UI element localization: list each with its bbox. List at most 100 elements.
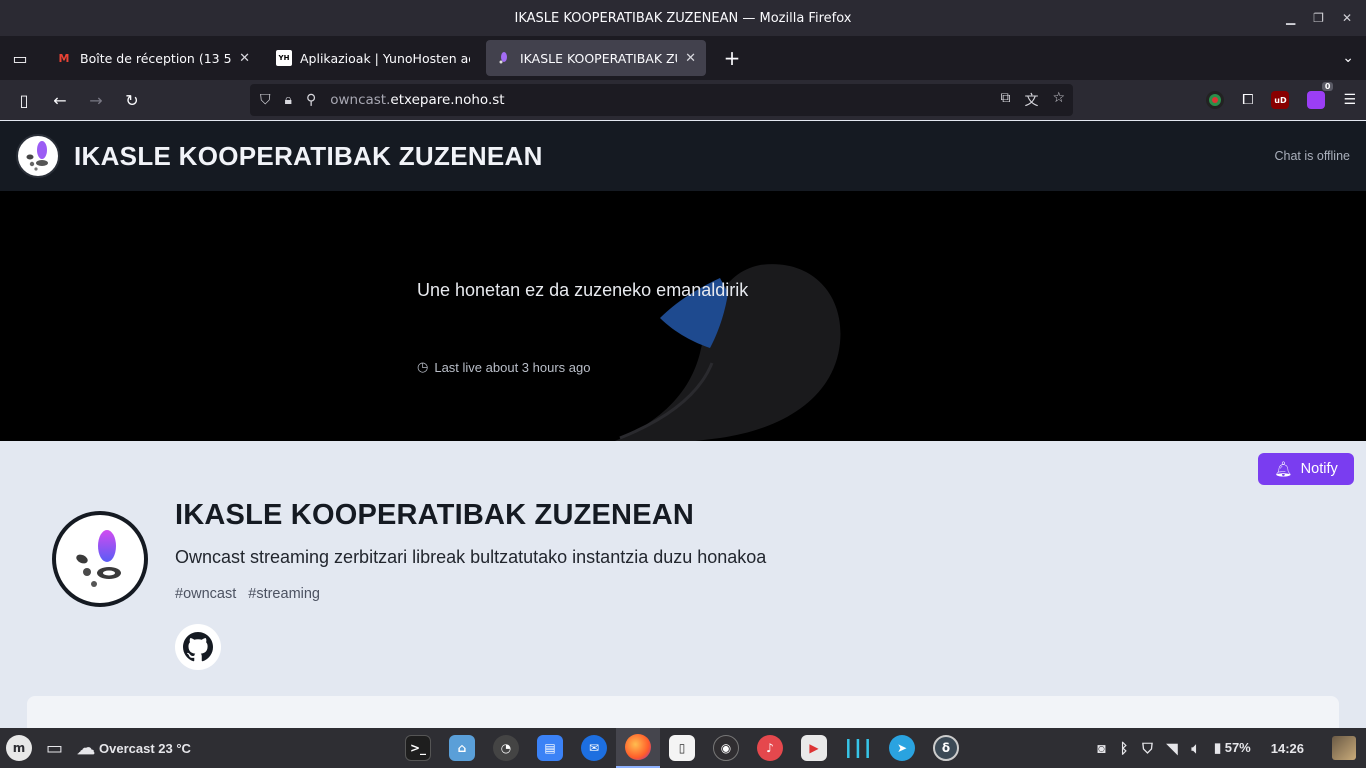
firefox-view-icon[interactable]: ▭ xyxy=(0,36,40,80)
extension-icon[interactable] xyxy=(1206,91,1225,109)
tag-item[interactable]: #streaming xyxy=(248,586,320,602)
battery-percent: 57% xyxy=(1224,740,1251,755)
bookmark-star-icon[interactable]: ☆ xyxy=(1052,90,1065,110)
weather-applet[interactable]: ☁ Overcast 23 °C xyxy=(77,738,191,759)
url-actions: ⧉ 文 ☆ xyxy=(1000,90,1065,110)
tab-gmail[interactable]: M Boîte de réception (13 589) ✕ xyxy=(46,40,260,76)
tab-label: Aplikazioak | YunoHosten ad xyxy=(300,50,470,66)
flathub-app[interactable]: ▶ xyxy=(792,728,836,768)
shield-icon[interactable]: ⛉ xyxy=(260,92,271,108)
telegram-icon: ➤ xyxy=(889,735,915,761)
weather-text: Overcast 23 °C xyxy=(99,740,191,756)
extension-badge-icon[interactable]: 0 xyxy=(1307,82,1334,109)
permissions-icon[interactable]: ⚲ xyxy=(306,92,316,108)
files-app[interactable]: ⌂ xyxy=(440,728,484,768)
yunohost-icon: YH xyxy=(276,50,292,66)
terminal-app[interactable]: >_ xyxy=(396,728,440,768)
minimize-icon[interactable]: ▁ xyxy=(1286,11,1295,25)
url-text[interactable]: owncast.etxepare.noho.st xyxy=(330,92,504,108)
text-editor-app[interactable]: ▯ xyxy=(660,728,704,768)
tab-owncast[interactable]: IKASLE KOOPERATIBAK ZUZ ✕ xyxy=(486,40,706,76)
battery-indicator[interactable]: ▮ 57% xyxy=(1214,740,1251,756)
picture-in-picture-icon[interactable]: ⧉ xyxy=(1000,90,1010,110)
obs-app[interactable]: ◉ xyxy=(704,728,748,768)
close-tab-icon[interactable]: ✕ xyxy=(239,51,250,66)
terminal-icon: >_ xyxy=(405,735,431,761)
offline-banner: Une honetan ez da zuzeneko emanaldirik ◷… xyxy=(0,191,1366,441)
lock-icon[interactable]: 🔒︎ xyxy=(285,92,292,108)
menu-hamburger-icon[interactable]: ☰ xyxy=(1343,92,1356,108)
clock[interactable]: 14:26 xyxy=(1271,741,1304,756)
bag-icon: ▤ xyxy=(537,735,563,761)
forward-icon[interactable]: → xyxy=(78,84,114,116)
clock-app-icon: ◔ xyxy=(493,735,519,761)
firefox-icon xyxy=(625,734,651,760)
site-title: IKASLE KOOPERATIBAK ZUZENEAN xyxy=(74,140,543,171)
close-tab-icon[interactable]: ✕ xyxy=(685,51,696,66)
sidebar-icon[interactable]: ▯ xyxy=(6,84,42,116)
bluetooth-icon[interactable]: ᛒ xyxy=(1120,740,1128,756)
thunderbird-icon: ✉ xyxy=(581,735,607,761)
site-header: IKASLE KOOPERATIBAK ZUZENEAN Chat is off… xyxy=(0,121,1366,191)
reload-icon[interactable]: ↻ xyxy=(114,84,150,116)
screenshot-icon[interactable]: ◙ xyxy=(1097,740,1105,756)
tag-item[interactable]: #owncast xyxy=(175,586,236,602)
audio-app[interactable]: ┃┃┃ xyxy=(836,728,880,768)
github-link[interactable] xyxy=(175,624,221,670)
translate-icon[interactable]: 文 xyxy=(1024,90,1038,110)
back-icon[interactable]: ← xyxy=(42,84,78,116)
notify-label: Notify xyxy=(1300,461,1338,477)
telegram-app[interactable]: ➤ xyxy=(880,728,924,768)
last-live-text: Last live about 3 hours ago xyxy=(434,359,591,375)
taskbar-left: m ▭ ☁ Overcast 23 °C xyxy=(6,728,191,768)
toolbar-extensions: ⧠ uD 0 ☰ xyxy=(1206,80,1356,120)
chevron-down-icon[interactable]: ⌄ xyxy=(1342,36,1354,80)
gmail-icon: M xyxy=(58,51,70,65)
mint-menu-icon[interactable]: m xyxy=(6,735,32,761)
tag-list: #owncast #streaming xyxy=(175,586,320,602)
navigation-toolbar: ▯ ← → ↻ ⛉ 🔒︎ ⚲ owncast.etxepare.noho.st … xyxy=(0,80,1366,120)
wifi-icon[interactable]: ◥ xyxy=(1167,740,1178,757)
profile-name: IKASLE KOOPERATIBAK ZUZENEAN xyxy=(175,499,695,531)
clock-icon: ◷ xyxy=(417,359,429,374)
firefox-app[interactable] xyxy=(616,728,660,768)
offline-message: Une honetan ez da zuzeneko emanaldirik xyxy=(417,280,749,300)
taskbar-apps: >_ ⌂ ◔ ▤ ✉ ▯ ◉ ♪ ▶ ┃┃┃ ➤ δ xyxy=(396,728,968,768)
volume-icon[interactable]: 🔈︎ xyxy=(1192,740,1200,757)
notify-button[interactable]: 🔔︎ Notify xyxy=(1258,453,1354,485)
profile-avatar xyxy=(52,511,148,607)
extensions-puzzle-icon[interactable]: ⧠ xyxy=(1242,92,1253,108)
new-tab-icon[interactable]: + xyxy=(718,46,746,70)
window-title: IKASLE KOOPERATIBAK ZUZENEAN — Mozilla F… xyxy=(514,10,852,26)
delta-chat-app[interactable]: δ xyxy=(924,728,968,768)
cloud-icon: ☁ xyxy=(77,737,96,758)
waveform-icon: ┃┃┃ xyxy=(843,738,873,758)
thunderbird-app[interactable]: ✉ xyxy=(572,728,616,768)
user-avatar[interactable] xyxy=(1332,736,1356,760)
ublock-icon[interactable]: uD xyxy=(1271,91,1290,109)
github-icon xyxy=(183,632,213,662)
owncast-logo[interactable] xyxy=(16,134,60,178)
bell-icon: 🔔︎ xyxy=(1274,461,1293,478)
close-icon[interactable]: ✕ xyxy=(1342,11,1352,25)
maximize-icon[interactable]: ❐ xyxy=(1313,11,1324,25)
music-app[interactable]: ♪ xyxy=(748,728,792,768)
shield-tray-icon[interactable]: ⛉ xyxy=(1142,740,1153,757)
delta-chat-icon: δ xyxy=(933,735,959,761)
badge-count: 0 xyxy=(1321,82,1334,91)
chat-status: Chat is offline xyxy=(1274,149,1350,163)
folder-icon: ⌂ xyxy=(449,735,475,761)
url-bar[interactable]: ⛉ 🔒︎ ⚲ owncast.etxepare.noho.st ⧉ 文 ☆ xyxy=(250,84,1073,116)
software-manager-app[interactable]: ▤ xyxy=(528,728,572,768)
tab-yunohost[interactable]: YH Aplikazioak | YunoHosten ad xyxy=(266,40,480,76)
music-icon: ♪ xyxy=(757,735,783,761)
system-taskbar: m ▭ ☁ Overcast 23 °C >_ ⌂ ◔ ▤ ✉ ▯ ◉ ♪ ▶ … xyxy=(0,728,1366,768)
owncast-icon xyxy=(496,50,512,66)
timeshift-app[interactable]: ◔ xyxy=(484,728,528,768)
show-desktop-icon[interactable]: ▭ xyxy=(46,738,63,759)
window-controls: ▁ ❐ ✕ xyxy=(1286,0,1352,36)
store-icon: ▶ xyxy=(801,735,827,761)
last-live-info: ◷ Last live about 3 hours ago xyxy=(417,359,590,375)
tab-strip: ▭ M Boîte de réception (13 589) ✕ YH Apl… xyxy=(0,36,1366,80)
system-tray: ◙ ᛒ ⛉ ◥ 🔈︎ ▮ 57% 14:26 xyxy=(1097,728,1356,768)
